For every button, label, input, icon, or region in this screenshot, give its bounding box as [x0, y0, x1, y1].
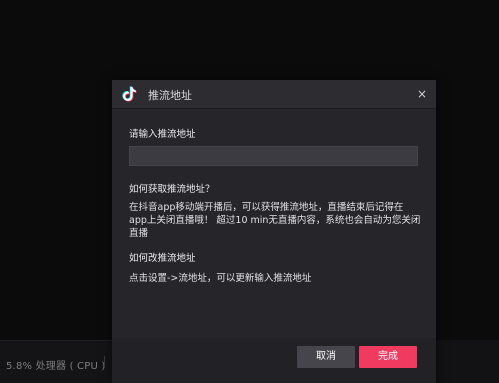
stream-url-input[interactable]	[129, 146, 418, 166]
status-divider	[104, 356, 105, 368]
status-bar-right-area	[436, 340, 499, 383]
faq-question-change-url: 如何改推流地址	[129, 253, 196, 264]
faq-answer-get-url: 在抖音app移动端开播后，可以获得推流地址，直播结束后记得在app上关闭直播哦！…	[129, 202, 421, 239]
douyin-logo-icon	[122, 86, 137, 102]
dialog-header: 推流地址 ×	[112, 80, 436, 109]
close-icon[interactable]: ×	[415, 87, 429, 101]
stream-url-dialog: 推流地址 × 请输入推流地址 如何获取推流地址？ 在抖音app移动端开播后，可以…	[112, 80, 436, 383]
cancel-button[interactable]: 取消	[297, 346, 355, 368]
stream-url-label: 请输入推流地址	[129, 129, 196, 140]
faq-question-get-url: 如何获取推流地址？	[129, 184, 215, 195]
cpu-usage-text: 5.8% 处理器 ( CPU )	[6, 361, 106, 372]
confirm-button[interactable]: 完成	[359, 346, 417, 368]
app-window: 5.8% 处理器 ( CPU ) 推流地址 × 请输入推流地址 如何获取推流地址…	[0, 0, 499, 383]
faq-answer-change-url: 点击设置->流地址，可以更新输入推流地址	[129, 273, 312, 284]
dialog-title: 推流地址	[148, 89, 192, 102]
